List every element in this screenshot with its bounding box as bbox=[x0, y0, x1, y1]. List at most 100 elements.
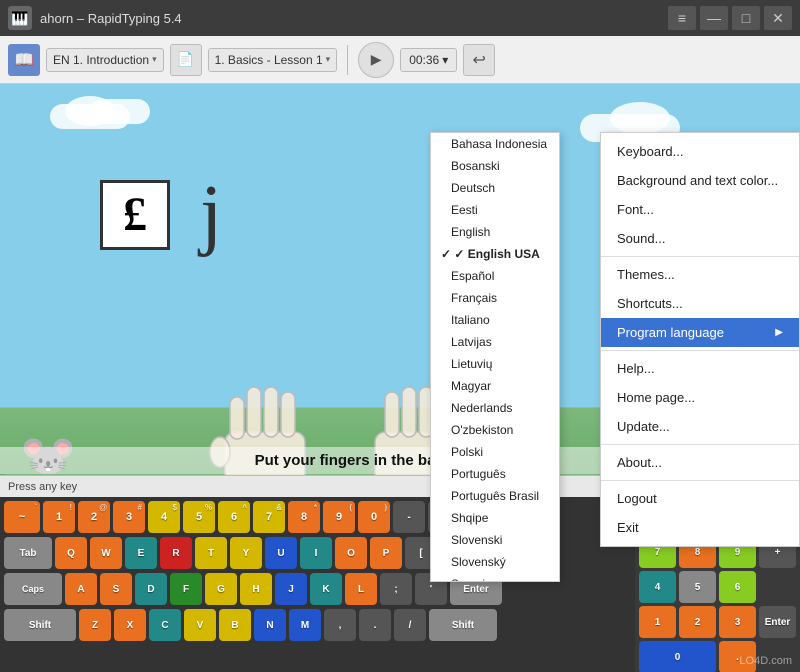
menu-item-about[interactable]: About... bbox=[601, 448, 799, 477]
menu-item-exit[interactable]: Exit bbox=[601, 513, 799, 542]
lang-item-english[interactable]: English bbox=[431, 221, 559, 243]
char2: j bbox=[200, 169, 222, 260]
lang-item-portugues[interactable]: Português bbox=[431, 463, 559, 485]
language-submenu: Bahasa IndonesiaBosanskiDeutschEestiEngl… bbox=[430, 132, 560, 582]
key-3: #3 bbox=[113, 501, 145, 533]
lang-item-bahasa[interactable]: Bahasa Indonesia bbox=[431, 133, 559, 155]
menu-item-font[interactable]: Font... bbox=[601, 195, 799, 224]
key-z: Z bbox=[79, 609, 111, 641]
menu-item-homepage[interactable]: Home page... bbox=[601, 383, 799, 412]
lesson-dropdown[interactable]: 1. Basics - Lesson 1 ▾ bbox=[208, 48, 338, 72]
key-d: D bbox=[135, 573, 167, 605]
undo-button[interactable]: ↩ bbox=[463, 44, 495, 76]
lang-item-latvijas[interactable]: Latvijas bbox=[431, 331, 559, 353]
minimize-button[interactable]: — bbox=[700, 6, 728, 30]
key-2: @2 bbox=[78, 501, 110, 533]
lang-item-polski[interactable]: Polski bbox=[431, 441, 559, 463]
lang-item-shqipe[interactable]: Shqipe bbox=[431, 507, 559, 529]
maximize-button[interactable]: □ bbox=[732, 6, 760, 30]
lang-item-portugues_brasil[interactable]: Português Brasil bbox=[431, 485, 559, 507]
lesson-arrow-icon: ▾ bbox=[326, 54, 331, 65]
key-j: J bbox=[275, 573, 307, 605]
menu-item-update[interactable]: Update... bbox=[601, 412, 799, 441]
char1: £ bbox=[123, 187, 147, 242]
toolbar: 📖 EN 1. Introduction ▾ 📄 1. Basics - Les… bbox=[0, 36, 800, 84]
lang-item-nederlands[interactable]: Nederlands bbox=[431, 397, 559, 419]
key-6: ^6 bbox=[218, 501, 250, 533]
menu-sep2 bbox=[601, 350, 799, 351]
key-h: H bbox=[240, 573, 272, 605]
lang-item-slovensky[interactable]: Slovenský bbox=[431, 551, 559, 573]
key-tilde: ~` bbox=[4, 501, 40, 533]
key-num-2: 2 bbox=[679, 606, 716, 638]
menu-item-keyboard[interactable]: Keyboard... bbox=[601, 137, 799, 166]
course-label: EN 1. Introduction bbox=[53, 53, 149, 67]
lang-item-francais[interactable]: Français bbox=[431, 287, 559, 309]
key-a: A bbox=[65, 573, 97, 605]
char-box: £ bbox=[100, 180, 170, 250]
key-shift-right: Shift bbox=[429, 609, 497, 641]
lang-item-english_usa[interactable]: ✓ English USA bbox=[431, 243, 559, 265]
menu-sep3 bbox=[601, 444, 799, 445]
lang-item-bosanski[interactable]: Bosanski bbox=[431, 155, 559, 177]
key-c: C bbox=[149, 609, 181, 641]
menu-sep4 bbox=[601, 480, 799, 481]
key-slash: / bbox=[394, 609, 426, 641]
lesson-icon: 📄 bbox=[170, 44, 202, 76]
menu-button[interactable]: ≡ bbox=[668, 6, 696, 30]
menu-item-sound[interactable]: Sound... bbox=[601, 224, 799, 253]
cloud2a bbox=[610, 102, 670, 134]
lang-item-deutsch[interactable]: Deutsch bbox=[431, 177, 559, 199]
menu-item-shortcuts[interactable]: Shortcuts... bbox=[601, 289, 799, 318]
window-controls: ≡ — □ ✕ bbox=[668, 6, 792, 30]
lang-item-suomi[interactable]: Suomi bbox=[431, 573, 559, 582]
lang-item-lietuviu[interactable]: Lietuvių bbox=[431, 353, 559, 375]
key-period: . bbox=[359, 609, 391, 641]
press-any-key-label: Press any key bbox=[8, 481, 77, 493]
timer-value: 00:36 bbox=[409, 53, 439, 67]
key-w: W bbox=[90, 537, 122, 569]
menu-item-logout[interactable]: Logout bbox=[601, 484, 799, 513]
course-dropdown[interactable]: EN 1. Introduction ▾ bbox=[46, 48, 164, 72]
key-num-3: 3 bbox=[719, 606, 756, 638]
lang-item-slovenski[interactable]: Slovenski bbox=[431, 529, 559, 551]
key-p: P bbox=[370, 537, 402, 569]
menu-item-background[interactable]: Background and text color... bbox=[601, 166, 799, 195]
sep1 bbox=[347, 45, 348, 75]
lang-item-espanol[interactable]: Español bbox=[431, 265, 559, 287]
key-semicolon: ; bbox=[380, 573, 412, 605]
menu-item-program-language[interactable]: Program language ▶ bbox=[601, 318, 799, 347]
key-g: G bbox=[205, 573, 237, 605]
lang-item-uzbek[interactable]: O'zbekiston bbox=[431, 419, 559, 441]
title-bar: 🎹 ahorn – RapidTyping 5.4 ≡ — □ ✕ bbox=[0, 0, 800, 36]
menu-sep1 bbox=[601, 256, 799, 257]
key-8: *8 bbox=[288, 501, 320, 533]
menu-item-themes[interactable]: Themes... bbox=[601, 260, 799, 289]
key-k: K bbox=[310, 573, 342, 605]
lesson-label: 1. Basics - Lesson 1 bbox=[215, 53, 323, 67]
close-button[interactable]: ✕ bbox=[764, 6, 792, 30]
key-4: $4 bbox=[148, 501, 180, 533]
cloud1b bbox=[90, 99, 150, 124]
lang-item-magyar[interactable]: Magyar bbox=[431, 375, 559, 397]
key-f: F bbox=[170, 573, 202, 605]
key-o: O bbox=[335, 537, 367, 569]
key-5: %5 bbox=[183, 501, 215, 533]
play-button[interactable]: ▶ bbox=[358, 42, 394, 78]
course-arrow-icon: ▾ bbox=[152, 54, 157, 65]
menu-item-help[interactable]: Help... bbox=[601, 354, 799, 383]
lang-item-italiano[interactable]: Italiano bbox=[431, 309, 559, 331]
main-area: £ j 🐭 Put your fingers in the base posit… bbox=[0, 84, 800, 672]
key-num-6: 6 bbox=[719, 571, 756, 603]
lang-item-eesti[interactable]: Eesti bbox=[431, 199, 559, 221]
key-v: V bbox=[184, 609, 216, 641]
timer-arrow-icon: ▾ bbox=[442, 53, 448, 67]
key-x: X bbox=[114, 609, 146, 641]
key-num-enter: Enter bbox=[759, 606, 796, 638]
program-language-arrow: ▶ bbox=[775, 327, 783, 338]
key-y: Y bbox=[230, 537, 262, 569]
key-q: Q bbox=[55, 537, 87, 569]
key-m: M bbox=[289, 609, 321, 641]
key-shift-left: Shift bbox=[4, 609, 76, 641]
key-u: U bbox=[265, 537, 297, 569]
